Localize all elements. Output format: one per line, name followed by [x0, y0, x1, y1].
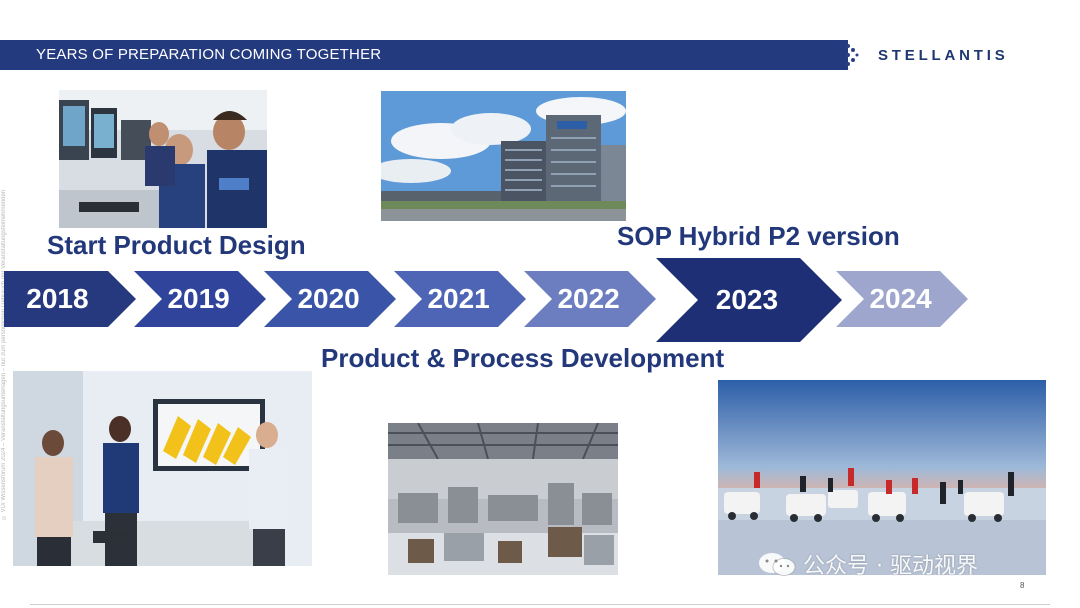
header-bar: YEARS OF PREPARATION COMING TOGETHER — [0, 40, 848, 70]
photo-meeting-presentation — [13, 371, 312, 566]
logo-text: STELLANTIS — [878, 46, 1009, 64]
wechat-icon — [759, 553, 796, 576]
year-label-2022: 2022 — [557, 283, 620, 314]
label-sop-hybrid: SOP Hybrid P2 version — [617, 221, 900, 251]
page-number: 8 — [1020, 581, 1025, 590]
footer-divider — [30, 604, 1050, 605]
stellantis-logo: STELLANTIS — [878, 40, 1038, 70]
year-timeline: 2018 2019 2020 2021 2022 2023 2024 — [0, 258, 1000, 342]
year-label-2021: 2021 — [427, 283, 490, 314]
year-label-2019: 2019 — [167, 283, 230, 314]
year-label-2020: 2020 — [297, 283, 360, 314]
year-label-2023: 2023 — [715, 284, 779, 315]
year-label-2024: 2024 — [869, 283, 932, 314]
slide-title: YEARS OF PREPARATION COMING TOGETHER — [36, 46, 382, 63]
photo-cars-on-snow — [718, 380, 1046, 575]
watermark-text: 公众号 · 驱动视界 — [803, 554, 978, 579]
watermark: 公众号 · 驱动视界 — [757, 548, 978, 580]
photo-engineers-workstation — [59, 90, 267, 228]
label-product-process-development: Product & Process Development — [321, 343, 725, 373]
dots-decoration-icon — [846, 44, 859, 66]
label-start-product-design: Start Product Design — [47, 230, 306, 260]
photo-office-building — [381, 91, 626, 221]
year-label-2018: 2018 — [26, 283, 89, 314]
photo-factory-hall — [388, 423, 618, 575]
